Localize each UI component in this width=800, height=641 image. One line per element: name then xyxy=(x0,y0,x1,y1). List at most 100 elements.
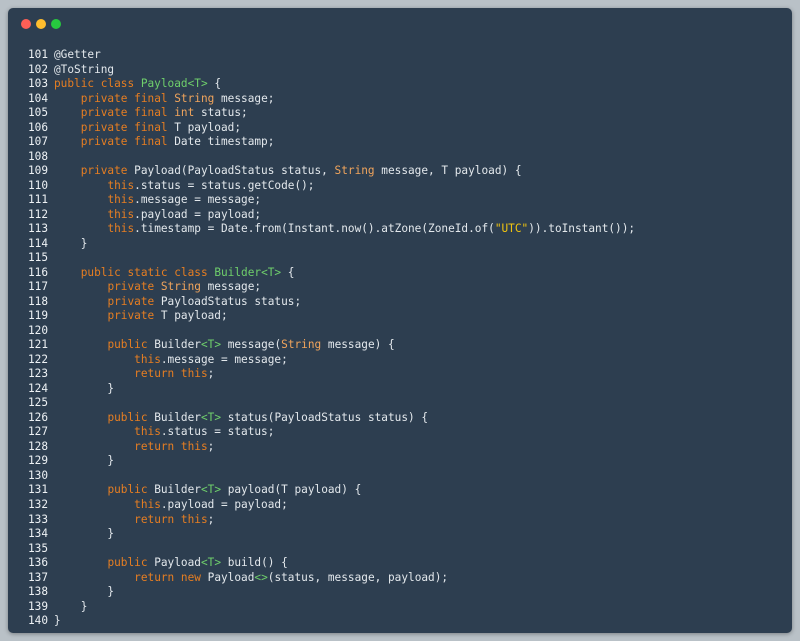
code-token: private final xyxy=(80,91,175,105)
code-token: public class xyxy=(54,77,141,91)
minimize-button[interactable] xyxy=(36,19,46,29)
code-token: String xyxy=(174,91,215,105)
code-line: 116 public static class Builder<T> { xyxy=(28,266,635,281)
code-token: ; xyxy=(207,439,215,453)
code-token: T payload; xyxy=(174,120,242,134)
line-number: 108 xyxy=(28,149,49,163)
code-token: this xyxy=(107,178,135,192)
line-number: 120 xyxy=(28,323,49,337)
code-token: status; xyxy=(194,106,248,120)
code-line: 105 private final int status; xyxy=(28,106,635,121)
code-token: String xyxy=(334,164,375,178)
line-number: 111 xyxy=(28,193,49,207)
code-token: } xyxy=(54,599,88,613)
code-line: 110 this.status = status.getCode(); xyxy=(28,179,635,194)
code-token: )).toInstant()); xyxy=(528,222,636,236)
code-line: 136 public Payload<T> build() { xyxy=(28,556,635,571)
line-number: 122 xyxy=(28,352,49,366)
line-number: 103 xyxy=(28,77,49,91)
code-line: 123 return this; xyxy=(28,367,635,382)
code-token: this xyxy=(107,207,135,221)
code-line: 118 private PayloadStatus status; xyxy=(28,295,635,310)
code-line: 135 xyxy=(28,542,635,557)
code-line: 120 xyxy=(28,324,635,339)
zoom-button[interactable] xyxy=(51,19,61,29)
code-token: .status = status; xyxy=(160,425,275,439)
code-token: status(PayloadStatus status) { xyxy=(221,410,429,424)
code-token: Builder xyxy=(154,410,201,424)
code-token: <T> xyxy=(261,265,282,279)
line-number: 139 xyxy=(28,599,49,613)
code-token: ; xyxy=(207,367,215,381)
line-number: 118 xyxy=(28,294,49,308)
code-line: 108 xyxy=(28,150,635,165)
line-number: 104 xyxy=(28,91,49,105)
code-token: message; xyxy=(200,280,262,294)
code-line: 128 return this; xyxy=(28,440,635,455)
line-number: 131 xyxy=(28,483,49,497)
code-line: 122 this.message = message; xyxy=(28,353,635,368)
line-number: 102 xyxy=(28,62,49,76)
line-number: 105 xyxy=(28,106,49,120)
code-token: ; xyxy=(207,512,215,526)
line-number: 116 xyxy=(28,265,49,279)
code-token: .message = message; xyxy=(160,352,288,366)
code-token: PayloadStatus status; xyxy=(160,294,302,308)
code-token: return this xyxy=(134,367,208,381)
code-token: Date timestamp; xyxy=(174,135,275,149)
code-token: String xyxy=(281,338,322,352)
line-number: 128 xyxy=(28,439,49,453)
code-token: return new xyxy=(134,570,208,584)
code-token: @Getter xyxy=(54,48,101,61)
code-token: T payload; xyxy=(160,309,228,323)
line-number: 134 xyxy=(28,527,49,541)
code-token: build() { xyxy=(221,556,288,570)
code-token: "UTC" xyxy=(494,222,529,236)
code-token: private xyxy=(107,280,161,294)
code-token: this xyxy=(134,497,161,511)
line-number: 133 xyxy=(28,512,49,526)
code-token: Builder xyxy=(214,265,262,279)
line-number: 115 xyxy=(28,251,49,265)
code-line: 125 xyxy=(28,396,635,411)
code-line: 129 } xyxy=(28,454,635,469)
code-token: <T> xyxy=(200,410,222,424)
code-token: private final xyxy=(80,120,175,134)
code-token: <T> xyxy=(187,77,208,91)
code-line: 138 } xyxy=(28,585,635,600)
title-bar xyxy=(8,8,792,38)
code-token: <T> xyxy=(200,338,222,352)
code-token: } xyxy=(54,527,115,541)
line-number: 132 xyxy=(28,497,49,511)
code-token: message; xyxy=(214,91,275,105)
line-number: 107 xyxy=(28,135,49,149)
code-token: .status = status.getCode(); xyxy=(134,178,315,192)
code-line: 131 public Builder<T> payload(T payload)… xyxy=(28,483,635,498)
code-token: message) { xyxy=(321,338,395,352)
code-line: 102 @ToString xyxy=(28,63,635,78)
code-token: .timestamp = Date.from(Instant.now().atZ… xyxy=(134,222,495,236)
line-number: 113 xyxy=(28,222,49,236)
code-token: public xyxy=(107,338,155,352)
code-token: public xyxy=(107,483,155,497)
code-token: } xyxy=(54,454,115,468)
line-number: 101 xyxy=(28,48,49,61)
close-button[interactable] xyxy=(21,19,31,29)
code-token: private xyxy=(107,294,161,308)
code-line: 114 } xyxy=(28,237,635,252)
line-number: 129 xyxy=(28,454,49,468)
code-line: 137 return new Payload<>(status, message… xyxy=(28,571,635,586)
code-token: } xyxy=(54,614,61,628)
